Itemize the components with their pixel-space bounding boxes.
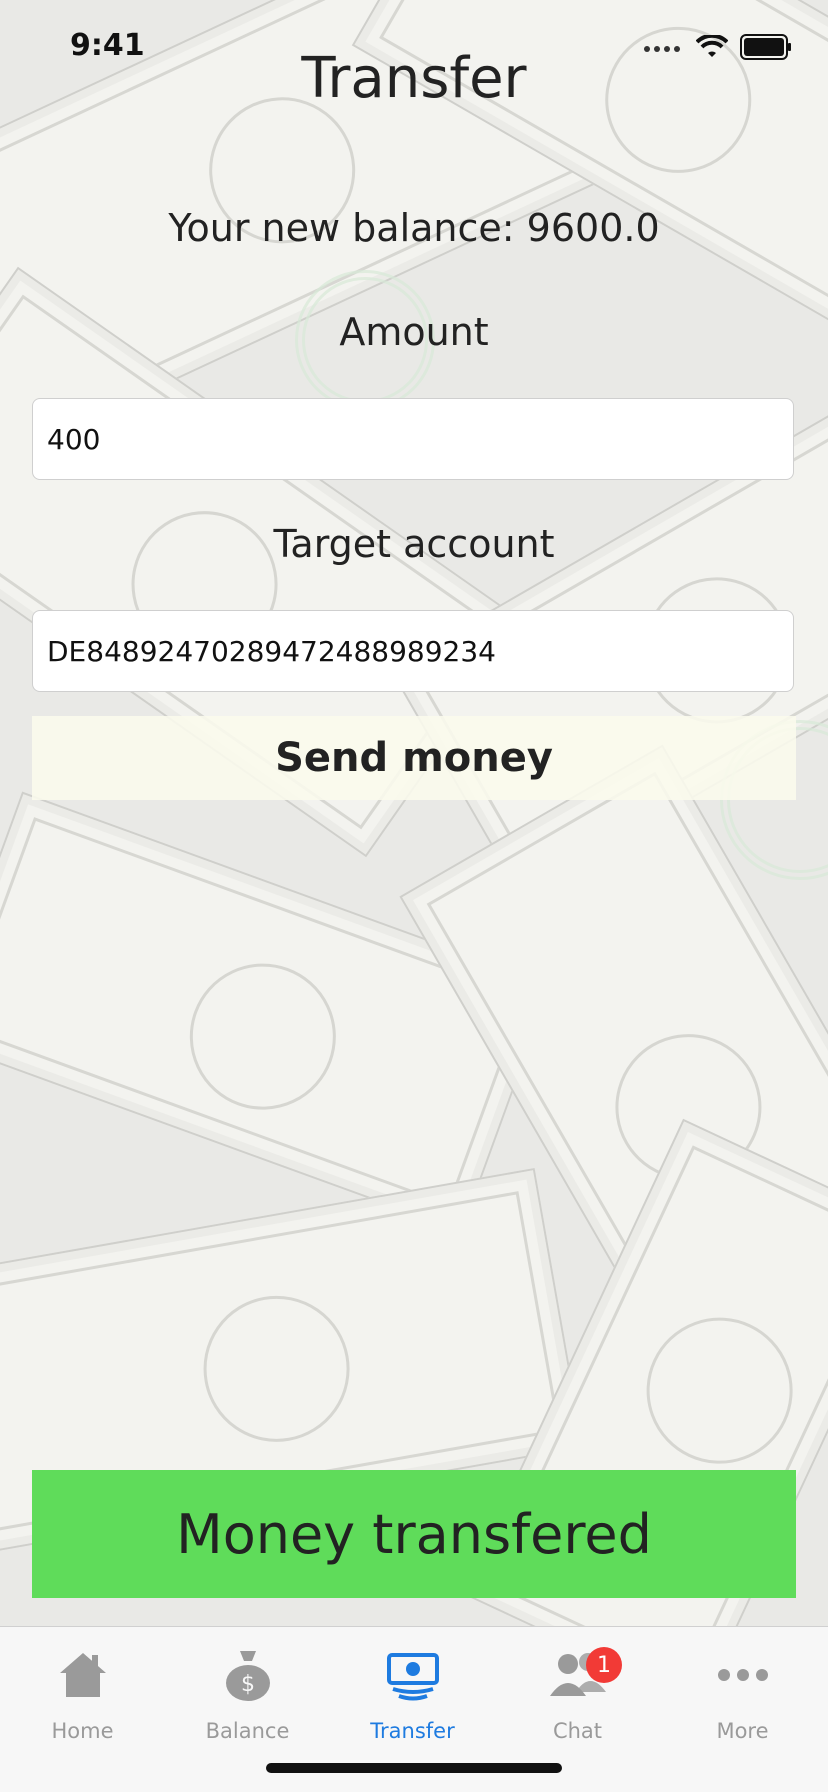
money-bag-icon: $ bbox=[225, 1651, 270, 1701]
target-account-input[interactable] bbox=[32, 610, 794, 692]
tab-more-label: More bbox=[716, 1719, 769, 1743]
tab-chat-label: Chat bbox=[552, 1719, 603, 1743]
page-title: Transfer bbox=[301, 46, 527, 111]
tab-more[interactable]: More bbox=[660, 1637, 825, 1743]
tab-transfer[interactable]: Transfer bbox=[330, 1637, 495, 1743]
tab-balance-label: Balance bbox=[205, 1719, 290, 1743]
transfer-screen: 9:41 Transfer Your new balance: 9600.0 A… bbox=[0, 0, 828, 1792]
new-balance-text: Your new balance: 9600.0 bbox=[168, 206, 660, 250]
tab-chat[interactable]: 1 Chat bbox=[495, 1637, 660, 1743]
tab-transfer-label: Transfer bbox=[370, 1719, 455, 1743]
tab-home-label: Home bbox=[51, 1719, 114, 1743]
amount-label: Amount bbox=[339, 310, 489, 354]
chat-notification-badge: 1 bbox=[586, 1647, 622, 1683]
house-icon bbox=[59, 1653, 106, 1697]
ellipsis-icon bbox=[717, 1669, 768, 1681]
svg-text:$: $ bbox=[241, 1672, 255, 1697]
tab-balance[interactable]: $ Balance bbox=[165, 1637, 330, 1743]
home-indicator[interactable] bbox=[266, 1763, 562, 1773]
banknote-icon bbox=[386, 1653, 439, 1701]
success-toast: Money transfered bbox=[32, 1470, 796, 1598]
target-account-label: Target account bbox=[273, 522, 555, 566]
tab-home[interactable]: Home bbox=[0, 1637, 165, 1743]
send-money-button[interactable]: Send money bbox=[32, 716, 796, 800]
amount-input[interactable] bbox=[32, 398, 794, 480]
